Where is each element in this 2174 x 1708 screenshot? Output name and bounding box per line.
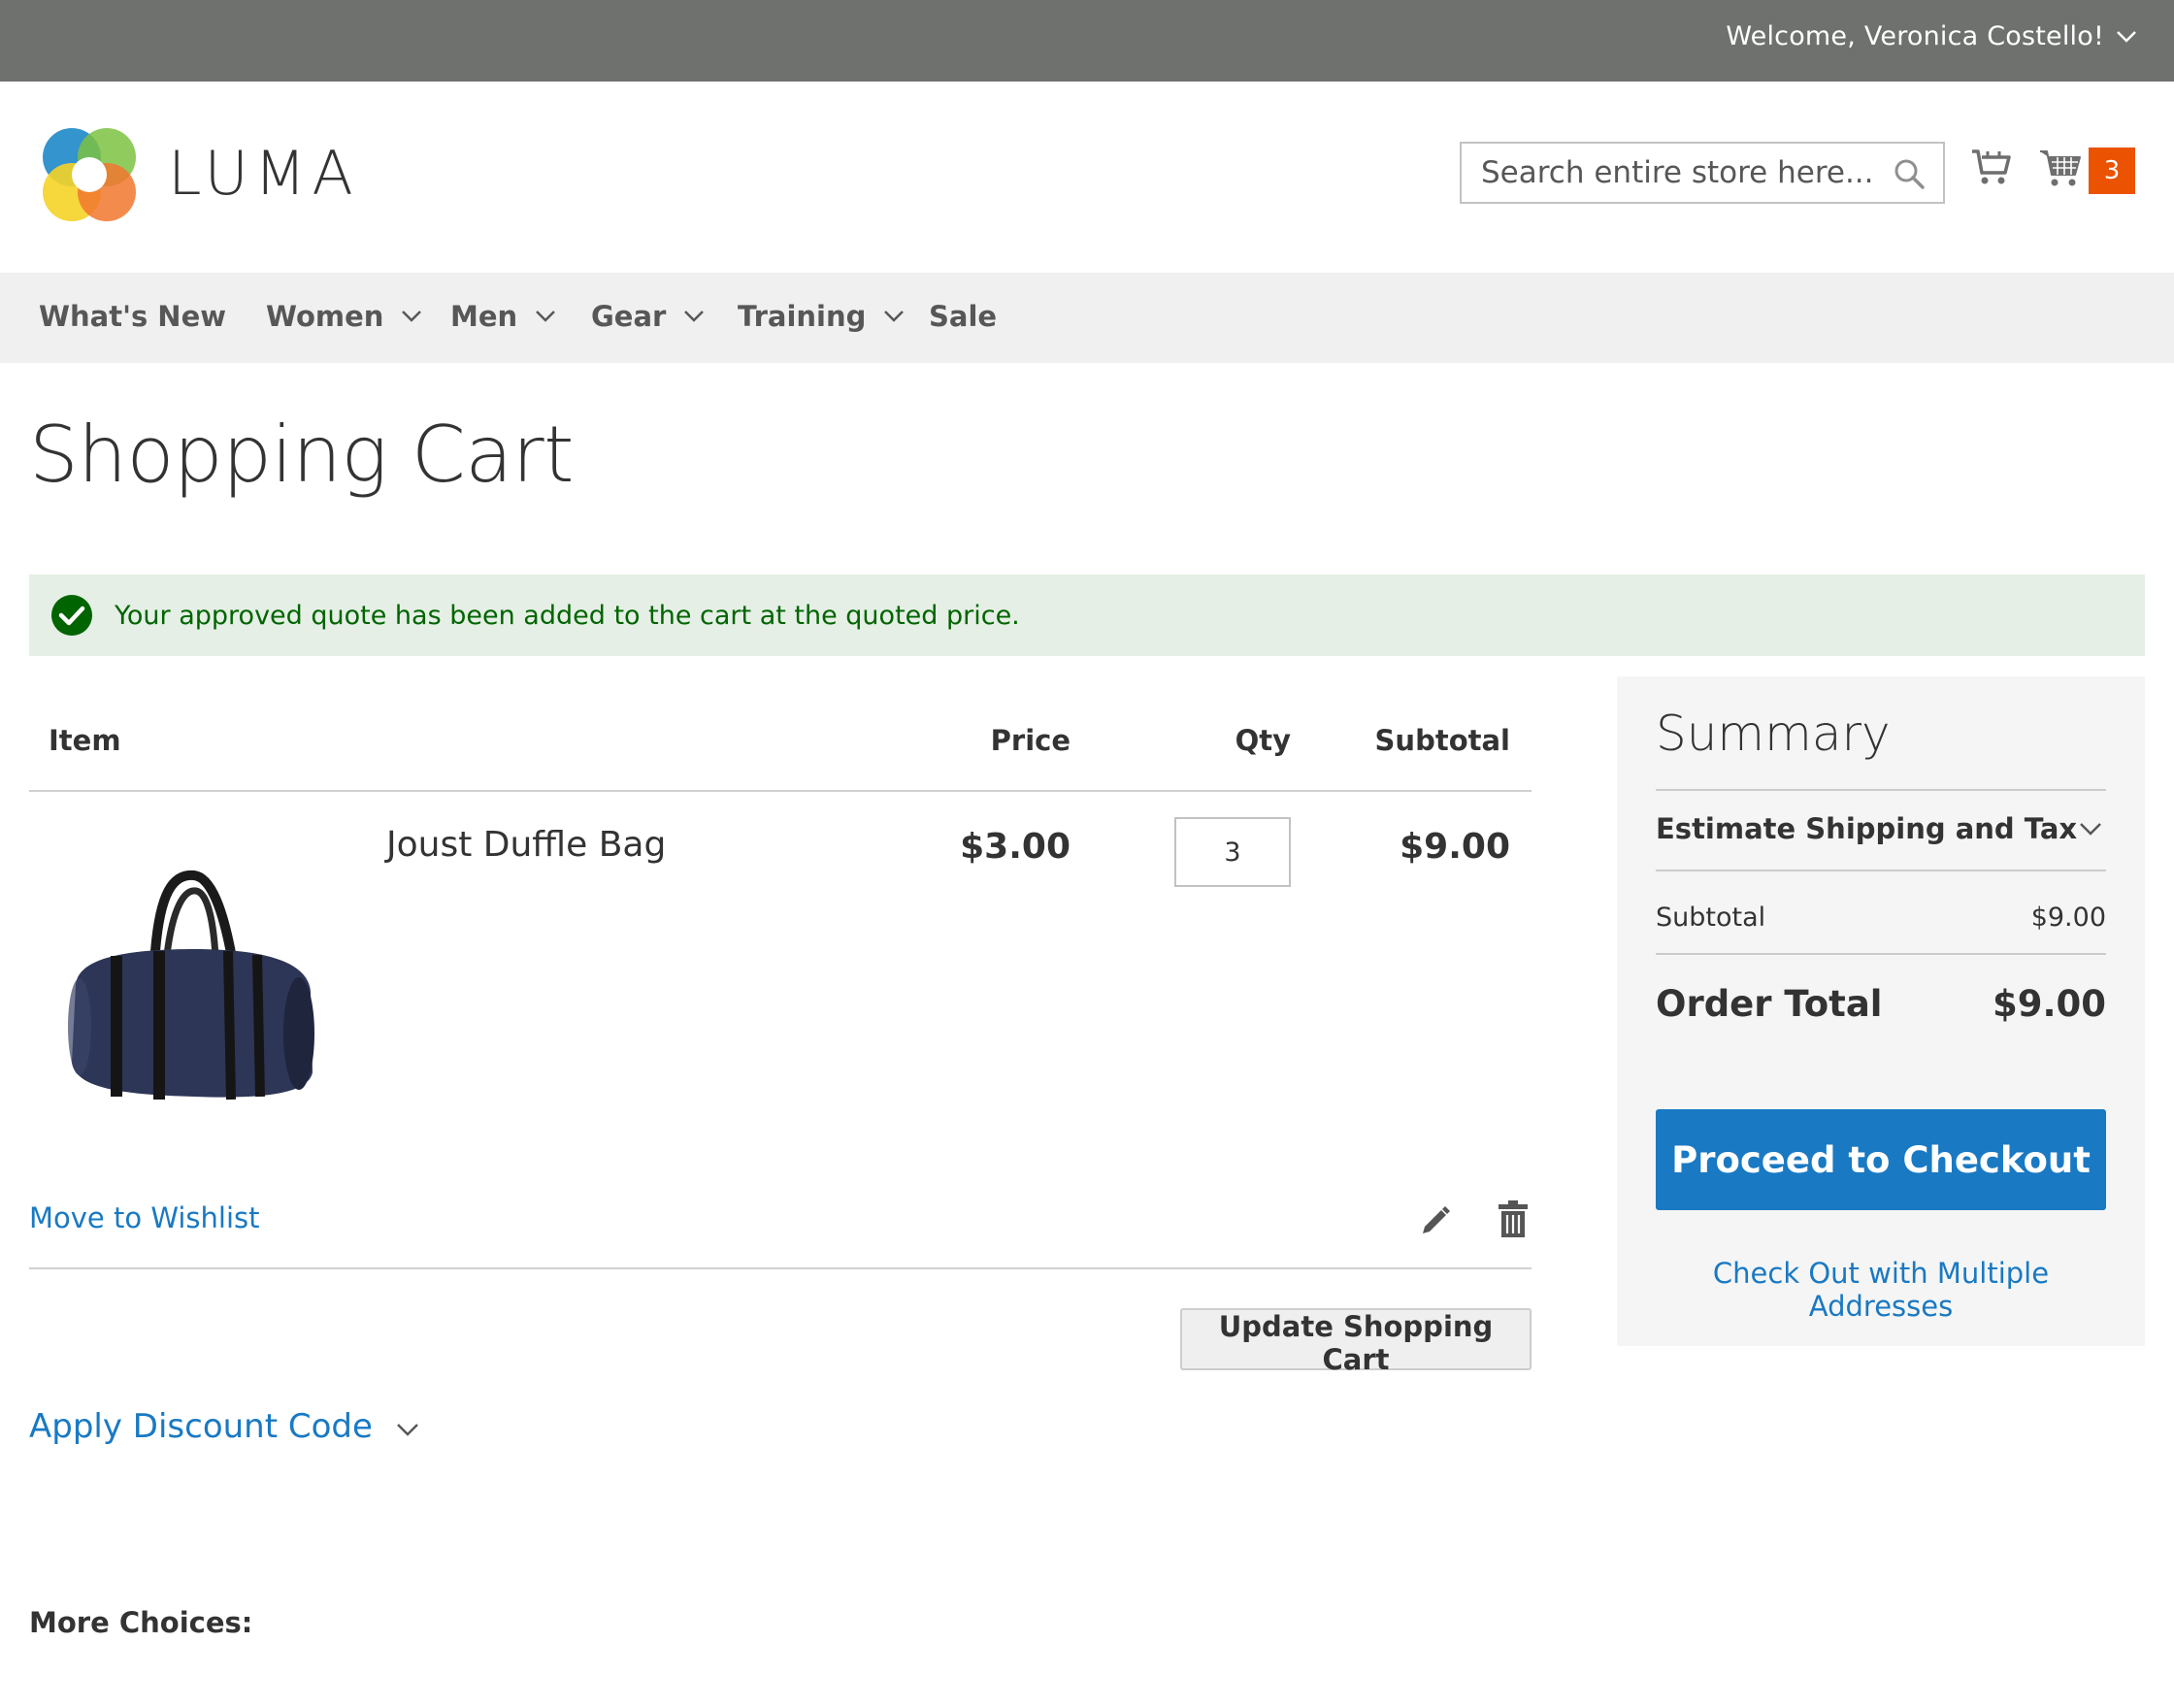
chevron-down-icon	[397, 1424, 418, 1436]
product-name-link[interactable]: Joust Duffle Bag	[386, 825, 666, 865]
product-image[interactable]	[58, 864, 320, 1106]
apply-discount-label: Apply Discount Code	[29, 1407, 373, 1446]
estimate-shipping-label: Estimate Shipping and Tax	[1656, 812, 2078, 845]
item-price: $3.00	[960, 827, 1071, 867]
order-total-label: Order Total	[1656, 983, 1883, 1025]
nav-item-women[interactable]: Women	[266, 300, 422, 333]
main-navigation: What's New Women Men Gear Training Sale	[0, 273, 2174, 363]
cart-count-badge[interactable]: 3	[2089, 148, 2135, 194]
search-input[interactable]	[1462, 144, 1889, 202]
subtotal-value: $9.00	[2030, 903, 2106, 933]
summary-divider	[1656, 953, 2106, 955]
chevron-down-icon	[684, 311, 705, 322]
nav-item-whats-new[interactable]: What's New	[39, 300, 226, 333]
nav-item-label: Women	[266, 300, 384, 333]
table-header-divider	[29, 790, 1532, 792]
summary-title: Summary	[1656, 706, 1891, 762]
column-header-subtotal: Subtotal	[1374, 724, 1510, 757]
check-circle-icon	[51, 595, 92, 636]
column-header-item: Item	[49, 724, 121, 757]
luma-logo-icon	[43, 128, 136, 221]
summary-divider	[1656, 870, 2106, 871]
nav-item-gear[interactable]: Gear	[591, 300, 705, 333]
nav-item-label: What's New	[39, 300, 227, 333]
estimate-shipping-toggle[interactable]: Estimate Shipping and Tax	[1656, 812, 2106, 845]
chevron-down-icon	[536, 311, 556, 322]
nav-item-label: Sale	[929, 300, 998, 333]
compare-icon[interactable]	[1970, 146, 2013, 188]
cart-item-divider	[29, 1267, 1532, 1269]
chevron-down-icon	[2117, 30, 2136, 43]
summary-subtotal-row: Subtotal $9.00	[1656, 903, 2106, 933]
logo-text[interactable]: LUMA	[168, 138, 359, 209]
update-shopping-cart-button[interactable]: Update Shopping Cart	[1180, 1308, 1532, 1376]
order-total-value: $9.00	[1992, 983, 2106, 1025]
customer-menu-toggle[interactable]: Welcome, Veronica Costello!	[1726, 21, 2137, 51]
welcome-text: Welcome, Veronica Costello!	[1726, 21, 2104, 51]
cart-icon[interactable]	[2038, 146, 2083, 190]
subtotal-label: Subtotal	[1656, 903, 1766, 933]
cart-summary: Summary Estimate Shipping and Tax Subtot…	[1617, 676, 2145, 1346]
success-message-text: Your approved quote has been added to th…	[115, 600, 1020, 631]
multi-address-checkout-link[interactable]: Check Out with Multiple Addresses	[1656, 1257, 2106, 1323]
qty-input[interactable]	[1174, 817, 1291, 887]
item-subtotal: $9.00	[1400, 827, 1510, 867]
nav-item-sale[interactable]: Sale	[929, 300, 997, 333]
edit-icon[interactable]	[1417, 1201, 1452, 1236]
move-to-wishlist-link[interactable]: Move to Wishlist	[29, 1201, 260, 1234]
page-title: Shopping Cart	[29, 410, 575, 500]
nav-item-label: Training	[738, 300, 867, 333]
column-header-qty: Qty	[1235, 724, 1291, 757]
order-total-row: Order Total $9.00	[1656, 983, 2106, 1025]
more-choices-heading: More Choices:	[29, 1606, 253, 1639]
chevron-down-icon	[2080, 823, 2101, 836]
column-header-price: Price	[990, 724, 1071, 757]
chevron-down-icon	[884, 311, 905, 322]
apply-discount-toggle[interactable]: Apply Discount Code	[29, 1407, 419, 1446]
chevron-down-icon	[402, 311, 422, 322]
summary-divider	[1656, 789, 2106, 791]
proceed-to-checkout-button[interactable]: Proceed to Checkout	[1656, 1109, 2106, 1210]
nav-item-label: Gear	[591, 300, 667, 333]
logo[interactable]	[39, 124, 140, 225]
search-icon[interactable]	[1893, 157, 1926, 190]
nav-item-men[interactable]: Men	[450, 300, 556, 333]
nav-item-label: Men	[450, 300, 518, 333]
nav-item-training[interactable]: Training	[738, 300, 905, 333]
success-message: Your approved quote has been added to th…	[29, 575, 2145, 656]
trash-icon[interactable]	[1497, 1199, 1530, 1238]
search-box	[1460, 142, 1945, 204]
top-panel: Welcome, Veronica Costello!	[0, 0, 2174, 82]
